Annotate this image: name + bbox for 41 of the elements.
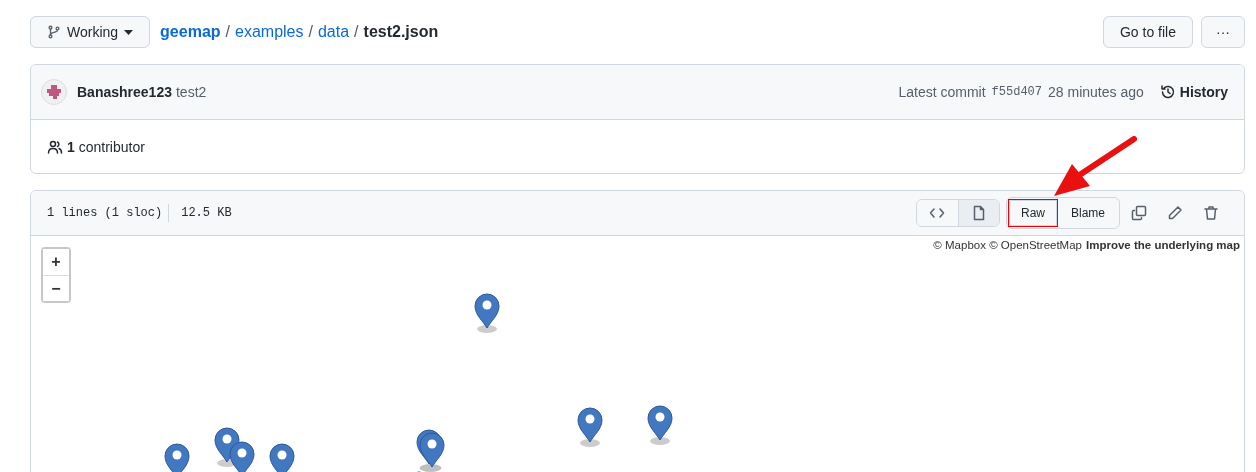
avatar	[41, 79, 67, 105]
preview-button[interactable]	[957, 200, 999, 226]
more-button[interactable]: ···	[1201, 16, 1245, 48]
contributors-count[interactable]: 1 contributor	[67, 138, 145, 155]
raw-button[interactable]: Raw	[1007, 199, 1058, 227]
people-icon	[47, 138, 63, 155]
view-toggle[interactable]	[915, 199, 1000, 227]
map-attribution: © Mapbox © OpenStreetMap	[933, 239, 1082, 251]
map-marker-icon[interactable]	[576, 406, 604, 448]
pencil-icon	[1167, 205, 1183, 221]
caret-icon	[124, 29, 134, 35]
go-to-file-button[interactable]: Go to file	[1102, 16, 1193, 48]
trash-icon	[1203, 205, 1219, 221]
line-count: 1 lines (1 sloc)	[46, 206, 164, 220]
zoom-out-button[interactable]: −	[43, 275, 69, 301]
map-marker-icon[interactable]	[646, 404, 674, 446]
commit-sha[interactable]: f55d407	[991, 85, 1043, 99]
branch-icon	[47, 25, 61, 39]
history-icon	[1159, 84, 1176, 100]
history-link[interactable]: History	[1159, 84, 1228, 100]
commit-author[interactable]: Banashree123	[77, 84, 172, 100]
commit-label: Latest commit	[898, 84, 986, 100]
commit-time: 28 minutes ago	[1048, 84, 1144, 100]
improve-map-link[interactable]: Improve the underlying map	[1086, 239, 1240, 251]
map-marker-icon[interactable]	[268, 442, 296, 472]
breadcrumb-link[interactable]: examples	[235, 23, 304, 41]
file-name: test2.json	[363, 23, 439, 41]
map-marker-icon[interactable]	[163, 442, 191, 472]
file-size: 12.5 KB	[180, 206, 233, 220]
copy-icon	[1131, 205, 1147, 221]
map-marker-icon[interactable]	[228, 440, 256, 472]
path-separator: /	[308, 23, 313, 41]
breadcrumb-link[interactable]: data	[317, 23, 350, 41]
path-separator: /	[354, 23, 359, 41]
map-marker-cluster-icon[interactable]	[415, 428, 446, 472]
map-marker-icon[interactable]	[473, 292, 501, 334]
branch-button[interactable]: Working	[30, 16, 151, 48]
breadcrumb-link[interactable]: geemap	[160, 23, 221, 41]
path-separator: /	[225, 23, 230, 41]
code-icon	[929, 205, 946, 221]
commit-message[interactable]: test2	[175, 84, 207, 100]
